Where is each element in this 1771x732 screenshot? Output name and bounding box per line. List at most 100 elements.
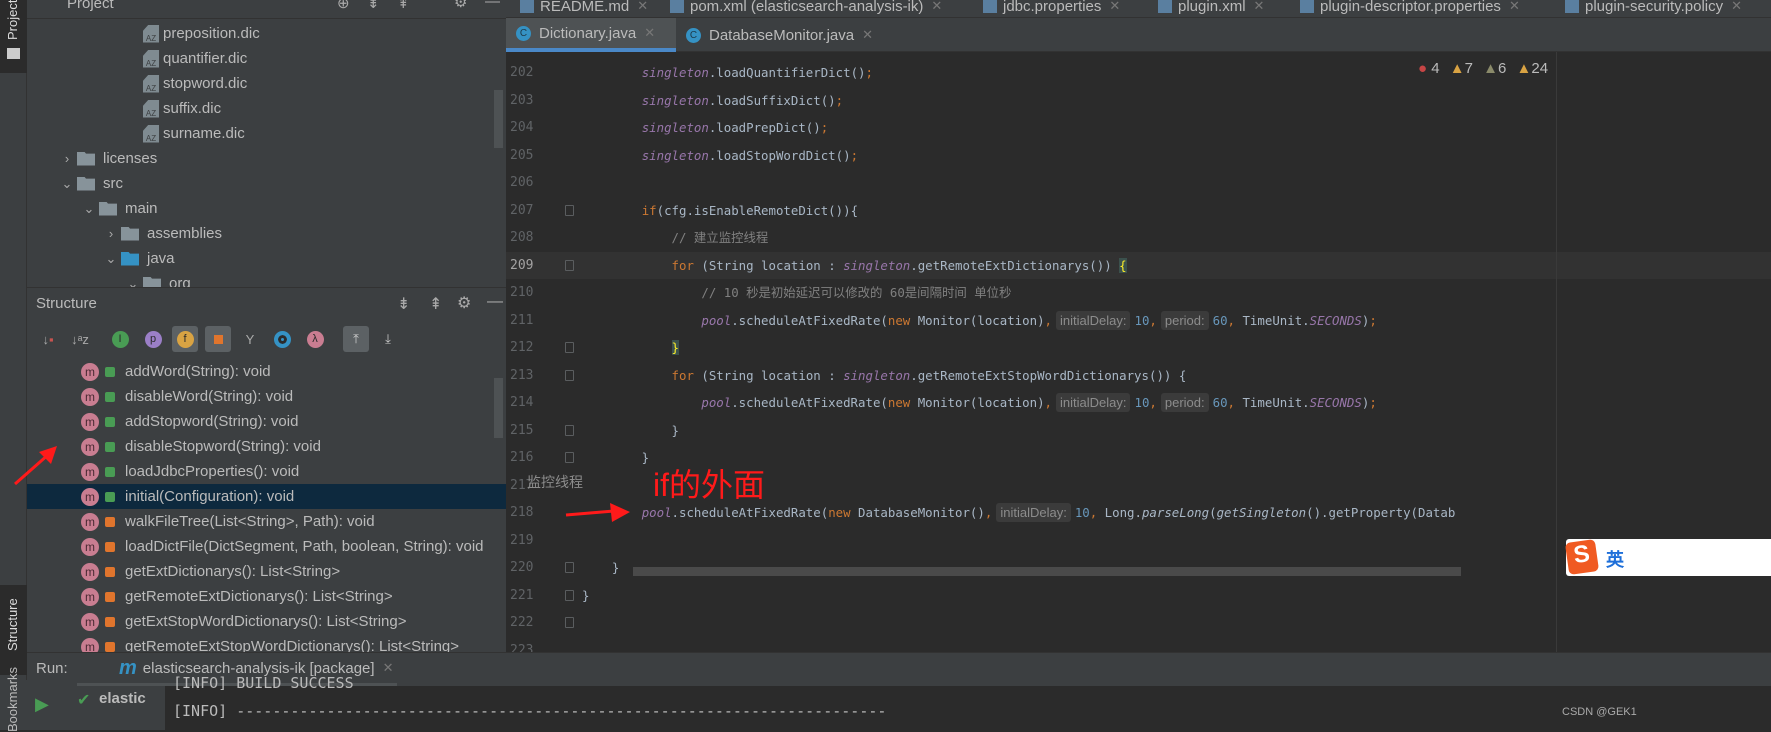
line-number[interactable]: 219 (510, 527, 538, 555)
close-icon[interactable]: ✕ (1254, 0, 1265, 14)
code-line[interactable]: 206 (506, 169, 1771, 197)
show-inherited-icon[interactable]: I (107, 326, 133, 352)
rerun-play-icon[interactable]: ▶ (35, 694, 49, 715)
structure-item[interactable]: m loadDictFile(DictSegment, Path, boolean… (27, 534, 506, 559)
line-number[interactable]: 215 (510, 417, 538, 445)
structure-item[interactable]: m disableStopword(String): void (27, 434, 506, 459)
fold-end-icon[interactable] (565, 562, 574, 573)
chevron-down-icon[interactable]: ⌄ (57, 176, 77, 192)
show-properties-icon[interactable]: p (140, 326, 166, 352)
gear-icon[interactable]: ⚙ (457, 293, 471, 313)
project-tree-item[interactable]: › assemblies (101, 221, 222, 246)
editor-tab[interactable]: jdbc.properties ✕ (983, 0, 1120, 17)
code-line[interactable]: 205 singleton.loadStopWordDict(); (506, 142, 1771, 170)
line-number[interactable]: 221 (510, 582, 538, 610)
line-number[interactable]: 220 (510, 554, 538, 582)
minimize-icon[interactable]: — (485, 0, 500, 10)
show-anonymous-icon[interactable]: Y (237, 326, 263, 352)
bookmarks-tool-tab[interactable]: Bookmarks (0, 667, 27, 732)
code-line[interactable]: 210 // 10 秒是初始延迟可以修改的 60是间隔时间 单位秒 (506, 279, 1771, 307)
collapse-all-icon[interactable]: ⇞ (429, 294, 442, 314)
show-interfaces-icon[interactable] (269, 326, 295, 352)
chevron-right-icon[interactable]: › (57, 151, 77, 166)
line-number[interactable]: 205 (510, 142, 538, 170)
chevron-right-icon[interactable]: › (101, 226, 121, 241)
editor-tab[interactable]: C Dictionary.java ✕ (506, 18, 676, 52)
sort-alphabetically-icon[interactable]: ↓ᵃz (67, 326, 93, 352)
autoscroll-from-source-icon[interactable]: ⤓ (375, 326, 401, 352)
code-line[interactable]: 202 singleton.loadQuantifierDict(); (506, 59, 1771, 87)
expand-all-icon[interactable]: ⇟ (397, 294, 410, 314)
line-number[interactable]: 214 (510, 389, 538, 417)
line-number[interactable]: 208 (510, 224, 538, 252)
project-tree-item[interactable]: › licenses (57, 146, 157, 171)
project-tree-item[interactable]: AZ stopword.dic (123, 71, 247, 96)
project-tree-item[interactable]: AZ suffix.dic (123, 96, 221, 121)
code-line[interactable]: 207 if(cfg.isEnableRemoteDict()){ (506, 197, 1771, 225)
chevron-down-icon[interactable]: ⌄ (101, 251, 121, 267)
code-line[interactable]: 221} (506, 582, 1771, 610)
fold-end-icon[interactable] (565, 424, 574, 436)
project-tree-item[interactable]: ⌄ java (101, 246, 175, 271)
close-icon[interactable]: ✕ (1509, 0, 1520, 14)
structure-item[interactable]: m addStopword(String): void (27, 409, 506, 434)
code-line[interactable]: 204 singleton.loadPrepDict(); (506, 114, 1771, 142)
line-number[interactable]: 222 (510, 609, 538, 637)
project-scrollbar[interactable] (494, 90, 503, 148)
ime-indicator[interactable]: S 英 (1564, 539, 1771, 576)
show-fields-icon[interactable]: f (172, 326, 198, 352)
close-icon[interactable]: ✕ (637, 0, 648, 14)
structure-tool-tab[interactable]: Structure (0, 585, 27, 675)
inspection-widget[interactable]: ● 4 ▲7 ▲6 ▲24 (1418, 60, 1548, 77)
structure-item[interactable]: m addWord(String): void (27, 359, 506, 384)
line-number[interactable]: 202 (510, 59, 538, 87)
code-editor[interactable]: 202 singleton.loadQuantifierDict(); 203 s… (506, 52, 1771, 652)
code-line[interactable]: 223 (506, 637, 1771, 653)
project-tree-item[interactable]: AZ preposition.dic (123, 21, 260, 46)
editor-tab[interactable]: README.md ✕ (520, 0, 648, 17)
structure-item[interactable]: m initial(Configuration): void (27, 484, 506, 509)
console-output[interactable]: [INFO] BUILD SUCCESS [INFO] ------------… (165, 674, 1771, 730)
editor-tab[interactable]: plugin-descriptor.properties ✕ (1300, 0, 1520, 17)
line-number[interactable]: 207 (510, 197, 538, 225)
fold-collapse-icon[interactable] (565, 369, 574, 381)
sort-by-visibility-icon[interactable]: ↓ ▪ (35, 326, 61, 352)
structure-item[interactable]: m getRemoteExtDictionarys(): List<String> (27, 584, 506, 609)
project-tree-item[interactable]: ⌄ main (79, 196, 158, 221)
code-line[interactable]: 212 } (506, 334, 1771, 362)
show-non-public-icon[interactable] (205, 326, 231, 352)
code-line[interactable]: 211 pool.scheduleAtFixedRate(new Monitor… (506, 307, 1771, 335)
chevron-down-icon[interactable]: ⌄ (79, 201, 99, 217)
minimize-icon[interactable]: — (487, 293, 503, 311)
line-number[interactable]: 209 (510, 252, 538, 280)
project-title[interactable]: Project (67, 0, 114, 12)
horizontal-scrollbar[interactable] (633, 567, 1461, 576)
structure-scrollbar[interactable] (494, 378, 503, 438)
structure-item[interactable]: m disableWord(String): void (27, 384, 506, 409)
line-number[interactable]: 206 (510, 169, 538, 197)
expand-all-icon[interactable]: ⇟ (367, 0, 380, 12)
fold-end-icon[interactable] (565, 617, 574, 628)
autoscroll-to-source-icon[interactable]: ⤒ (343, 326, 369, 352)
code-line[interactable]: 208 // 建立监控线程 (506, 224, 1771, 252)
code-line[interactable]: 215 } (506, 417, 1771, 445)
code-line[interactable]: 209 for (String location : singleton.get… (506, 251, 1771, 280)
editor-tab[interactable]: plugin.xml ✕ (1158, 0, 1264, 17)
project-tree-item[interactable]: AZ quantifier.dic (123, 46, 247, 71)
code-line[interactable]: 203 singleton.loadSuffixDict(); (506, 87, 1771, 115)
code-line[interactable]: 214 pool.scheduleAtFixedRate(new Monitor… (506, 389, 1771, 417)
fold-end-icon[interactable] (565, 589, 574, 601)
line-number[interactable]: 210 (510, 279, 538, 307)
structure-item[interactable]: m getExtStopWordDictionarys(): List<Strin… (27, 609, 506, 634)
close-icon[interactable]: ✕ (644, 25, 655, 41)
line-number[interactable]: 218 (510, 499, 538, 527)
close-icon[interactable]: ✕ (931, 0, 942, 14)
close-icon[interactable]: ✕ (383, 660, 394, 676)
line-number[interactable]: 203 (510, 87, 538, 115)
editor-tab[interactable]: pom.xml (elasticsearch-analysis-ik) ✕ (670, 0, 942, 17)
structure-item[interactable]: m walkFileTree(List<String>, Path): void (27, 509, 506, 534)
close-icon[interactable]: ✕ (862, 27, 873, 43)
gear-icon[interactable]: ⚙ (454, 0, 467, 11)
fold-collapse-icon[interactable] (565, 204, 574, 216)
show-lambdas-icon[interactable]: λ (302, 326, 328, 352)
